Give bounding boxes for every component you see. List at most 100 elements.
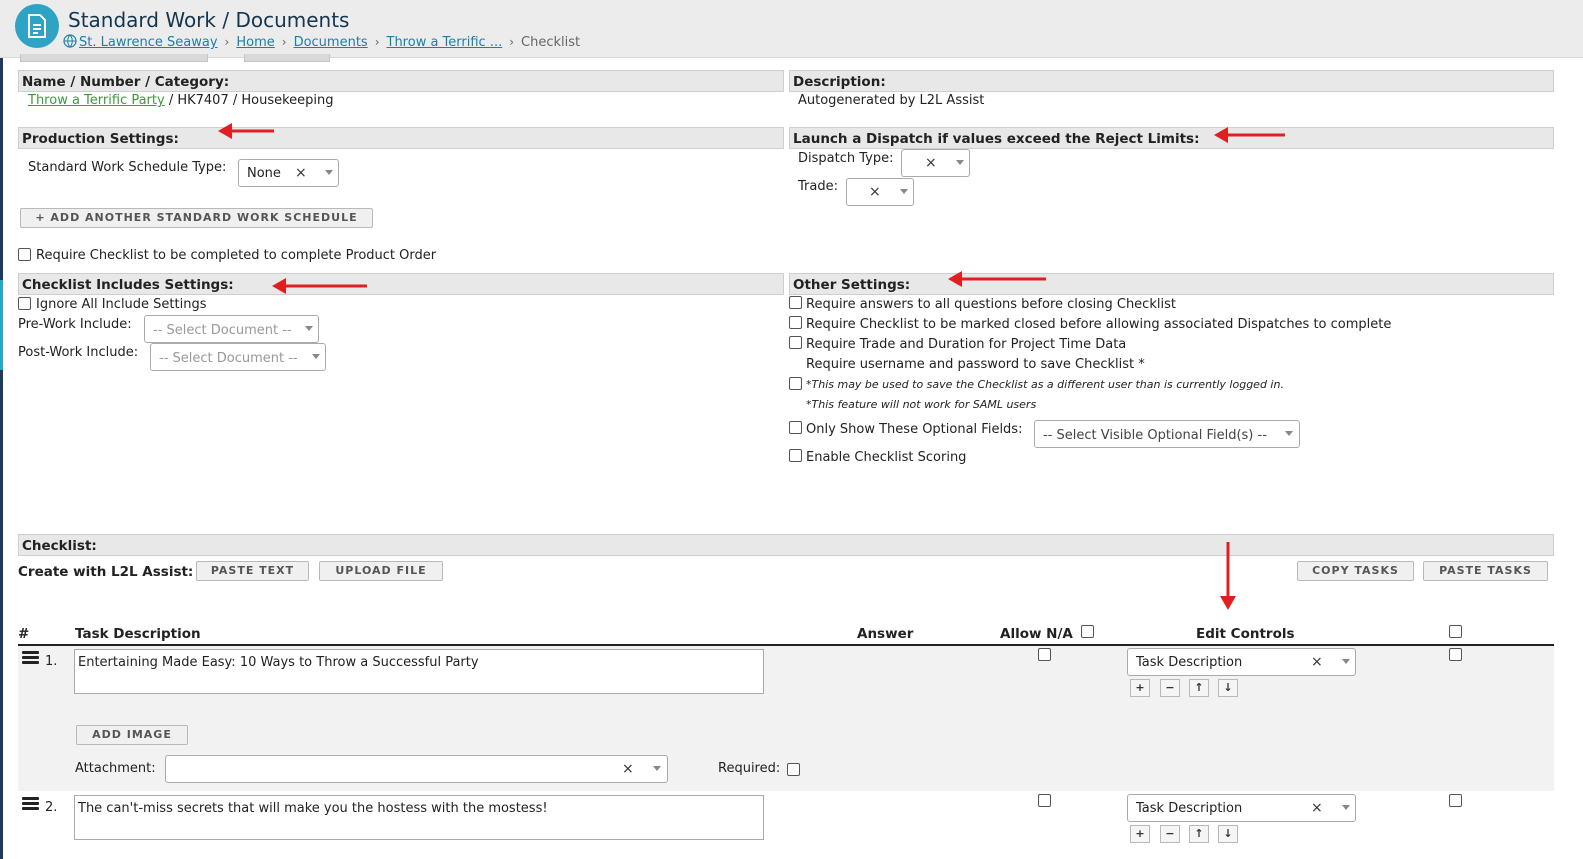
required-checkbox[interactable]	[787, 763, 800, 776]
trade-label: Trade:	[798, 179, 838, 194]
prework-placeholder: -- Select Document --	[153, 323, 292, 338]
attachment-select[interactable]: ×	[165, 755, 668, 783]
paste-tasks-button[interactable]: PASTE TASKS	[1423, 561, 1548, 581]
production-settings-bar: Production Settings:	[18, 127, 784, 149]
required-label: Required:	[718, 761, 781, 776]
drag-handle-icon[interactable]	[22, 797, 39, 812]
move-up-icon[interactable]: ↑	[1189, 825, 1209, 843]
move-up-icon[interactable]: ↑	[1189, 679, 1209, 697]
chevron-down-icon	[1342, 805, 1350, 810]
column-answer-header: Answer	[857, 626, 914, 642]
breadcrumb-documents-link[interactable]: Documents	[294, 35, 368, 50]
chevron-down-icon	[653, 766, 661, 771]
task-type-select[interactable]: Task Description ×	[1127, 794, 1356, 822]
chevron-down-icon	[900, 189, 908, 194]
checklist-section-bar: Checklist:	[18, 534, 1554, 556]
left-edge-accent	[0, 280, 3, 370]
chevron-down-icon	[1342, 659, 1350, 664]
postwork-select[interactable]: -- Select Document --	[150, 343, 326, 371]
breadcrumb-current: Checklist	[521, 35, 581, 50]
column-number-header: #	[18, 626, 30, 642]
description-section-bar: Description:	[789, 70, 1554, 92]
postwork-label: Post-Work Include:	[18, 345, 139, 360]
task-select-checkbox[interactable]	[1449, 648, 1462, 661]
require-answers-checkbox[interactable]	[789, 296, 802, 309]
postwork-placeholder: -- Select Document --	[159, 351, 298, 366]
select-all-checkbox[interactable]	[1449, 625, 1462, 638]
dispatch-section-bar: Launch a Dispatch if values exceed the R…	[789, 127, 1554, 149]
column-allow-na-header: Allow N/A	[1000, 626, 1073, 642]
add-image-button[interactable]: ADD IMAGE	[76, 725, 188, 745]
dispatch-type-select[interactable]: ×	[901, 149, 970, 177]
column-edit-header: Edit Controls	[1196, 626, 1295, 642]
ignore-includes-checkbox[interactable]	[18, 297, 31, 310]
task-number: 1.	[45, 654, 58, 669]
annotation-arrow-icon	[1220, 542, 1236, 610]
dispatch-type-label: Dispatch Type:	[798, 151, 894, 166]
remove-task-icon[interactable]: −	[1160, 825, 1180, 843]
require-closed-label: Require Checklist to be marked closed be…	[806, 317, 1392, 332]
number-category-text: / HK7407 / Housekeeping	[164, 93, 334, 108]
require-username-label: Require username and password to save Ch…	[806, 357, 1145, 372]
move-down-icon[interactable]: ↓	[1218, 825, 1238, 843]
add-task-icon[interactable]: +	[1130, 679, 1150, 697]
document-icon	[15, 4, 59, 48]
clear-icon[interactable]: ×	[622, 761, 634, 777]
chevron-down-icon	[1285, 431, 1293, 436]
prework-select[interactable]: -- Select Document --	[144, 315, 319, 343]
add-schedule-button[interactable]: + ADD ANOTHER STANDARD WORK SCHEDULE	[20, 208, 373, 228]
document-name-link[interactable]: Throw a Terrific Party	[28, 93, 165, 108]
other-settings-bar: Other Settings:	[789, 273, 1554, 295]
clear-icon[interactable]: ×	[1311, 654, 1323, 670]
require-username-checkbox[interactable]	[789, 377, 802, 390]
left-edge-bar	[0, 0, 3, 859]
description-value: Autogenerated by L2L Assist	[798, 93, 985, 108]
schedule-type-label: Standard Work Schedule Type:	[28, 160, 227, 175]
optional-fields-select[interactable]: -- Select Visible Optional Field(s) --	[1034, 420, 1300, 448]
clear-icon[interactable]: ×	[1311, 800, 1323, 816]
breadcrumb-home-link[interactable]: Home	[236, 35, 274, 50]
annotation-arrow-icon	[1214, 127, 1285, 143]
move-down-icon[interactable]: ↓	[1218, 679, 1238, 697]
username-note-2: *This feature will not work for SAML use…	[806, 398, 1037, 411]
require-checklist-label: Require Checklist to be completed to com…	[36, 248, 437, 263]
require-trade-checkbox[interactable]	[789, 336, 802, 349]
breadcrumb-document-link[interactable]: Throw a Terrific ...	[387, 35, 503, 50]
breadcrumb-site-link[interactable]: St. Lawrence Seaway	[79, 35, 218, 50]
require-trade-label: Require Trade and Duration for Project T…	[806, 337, 1127, 352]
clear-icon[interactable]: ×	[869, 184, 881, 200]
hidden-toolbar-button[interactable]	[244, 54, 330, 62]
allow-na-checkbox[interactable]	[1038, 648, 1051, 661]
ignore-includes-label: Ignore All Include Settings	[36, 297, 207, 312]
clear-icon[interactable]: ×	[925, 155, 937, 171]
task-description-input[interactable]: The can't-miss secrets that will make yo…	[74, 795, 764, 840]
task-select-checkbox[interactable]	[1449, 794, 1462, 807]
includes-section-bar: Checklist Includes Settings:	[18, 273, 784, 295]
clear-icon[interactable]: ×	[295, 165, 307, 181]
copy-tasks-button[interactable]: COPY TASKS	[1297, 561, 1414, 581]
drag-handle-icon[interactable]	[22, 651, 39, 666]
trade-select[interactable]: ×	[846, 178, 914, 206]
hidden-toolbar-button[interactable]	[20, 54, 208, 62]
scoring-checkbox[interactable]	[789, 449, 802, 462]
column-task-header: Task Description	[75, 626, 201, 642]
remove-task-icon[interactable]: −	[1160, 679, 1180, 697]
task-description-input[interactable]: Entertaining Made Easy: 10 Ways to Throw…	[74, 649, 764, 694]
upload-file-button[interactable]: UPLOAD FILE	[319, 561, 443, 581]
allow-na-checkbox[interactable]	[1038, 794, 1051, 807]
optional-fields-checkbox[interactable]	[789, 421, 802, 434]
require-checklist-checkbox[interactable]	[18, 248, 31, 261]
task-number: 2.	[45, 800, 58, 815]
schedule-type-select[interactable]: None ×	[238, 159, 339, 187]
breadcrumb-separator: ›	[224, 35, 230, 49]
paste-text-button[interactable]: PASTE TEXT	[196, 561, 309, 581]
chevron-down-icon	[312, 354, 320, 359]
globe-icon	[63, 34, 77, 48]
require-closed-checkbox[interactable]	[789, 316, 802, 329]
name-section-bar: Name / Number / Category:	[18, 70, 784, 92]
breadcrumb: St. Lawrence Seaway › Home › Documents › Throw…	[63, 34, 580, 50]
attachment-label: Attachment:	[75, 761, 156, 776]
allow-na-all-checkbox[interactable]	[1081, 625, 1094, 638]
add-task-icon[interactable]: +	[1130, 825, 1150, 843]
task-type-select[interactable]: Task Description ×	[1127, 648, 1356, 676]
